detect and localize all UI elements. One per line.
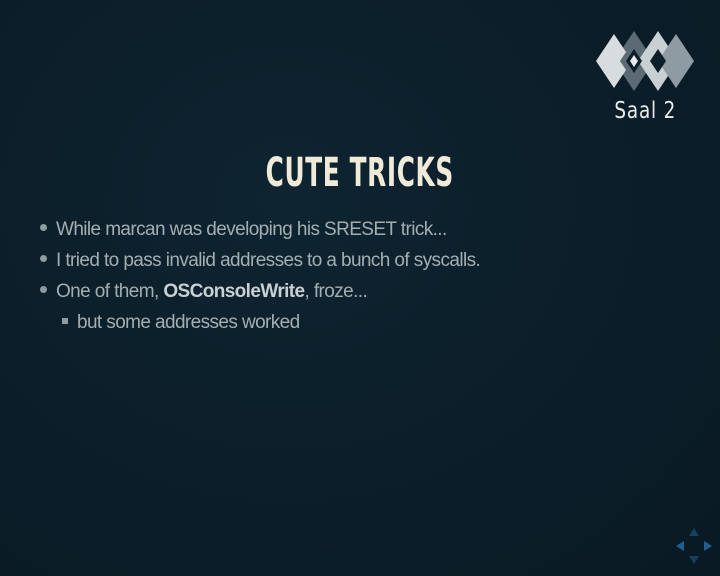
nav-right-icon[interactable] xyxy=(704,541,712,551)
nav-down-icon[interactable] xyxy=(689,556,699,564)
list-item: While marcan was developing his SRESET t… xyxy=(40,214,480,245)
slide-title-text: CUTE TRICKS xyxy=(265,150,455,196)
nav-up-icon[interactable] xyxy=(689,528,699,536)
bullet-text: While marcan was developing his SRESET t… xyxy=(56,219,447,240)
bullet-text-strong: OSConsoleWrite xyxy=(163,281,305,302)
bullet-dot-icon xyxy=(40,255,47,263)
bullet-list: While marcan was developing his SRESET t… xyxy=(40,214,481,338)
sub-list-item: but some addresses worked xyxy=(40,307,480,338)
bullet-text-prefix: One of them, xyxy=(56,281,164,302)
nav-left-icon[interactable] xyxy=(676,541,684,551)
bullet-dot-icon xyxy=(40,286,47,294)
bullet-dot-icon xyxy=(40,224,47,232)
list-item: One of them, OSConsoleWrite, froze... xyxy=(40,276,480,307)
presentation-slide: Saal 2 CUTE TRICKS While marcan was deve… xyxy=(0,0,720,576)
slide-title: CUTE TRICKS xyxy=(0,150,720,196)
bullet-text: I tried to pass invalid addresses to a b… xyxy=(56,250,481,271)
room-label: Saal 2 xyxy=(614,98,676,124)
list-item: I tried to pass invalid addresses to a b… xyxy=(40,245,481,276)
sub-bullet-text: but some addresses worked xyxy=(77,312,300,333)
bullet-square-icon xyxy=(62,317,68,324)
bullet-text-suffix: , froze... xyxy=(304,281,368,302)
ccc-logo-icon xyxy=(596,31,694,91)
navigation-controls xyxy=(676,528,712,564)
